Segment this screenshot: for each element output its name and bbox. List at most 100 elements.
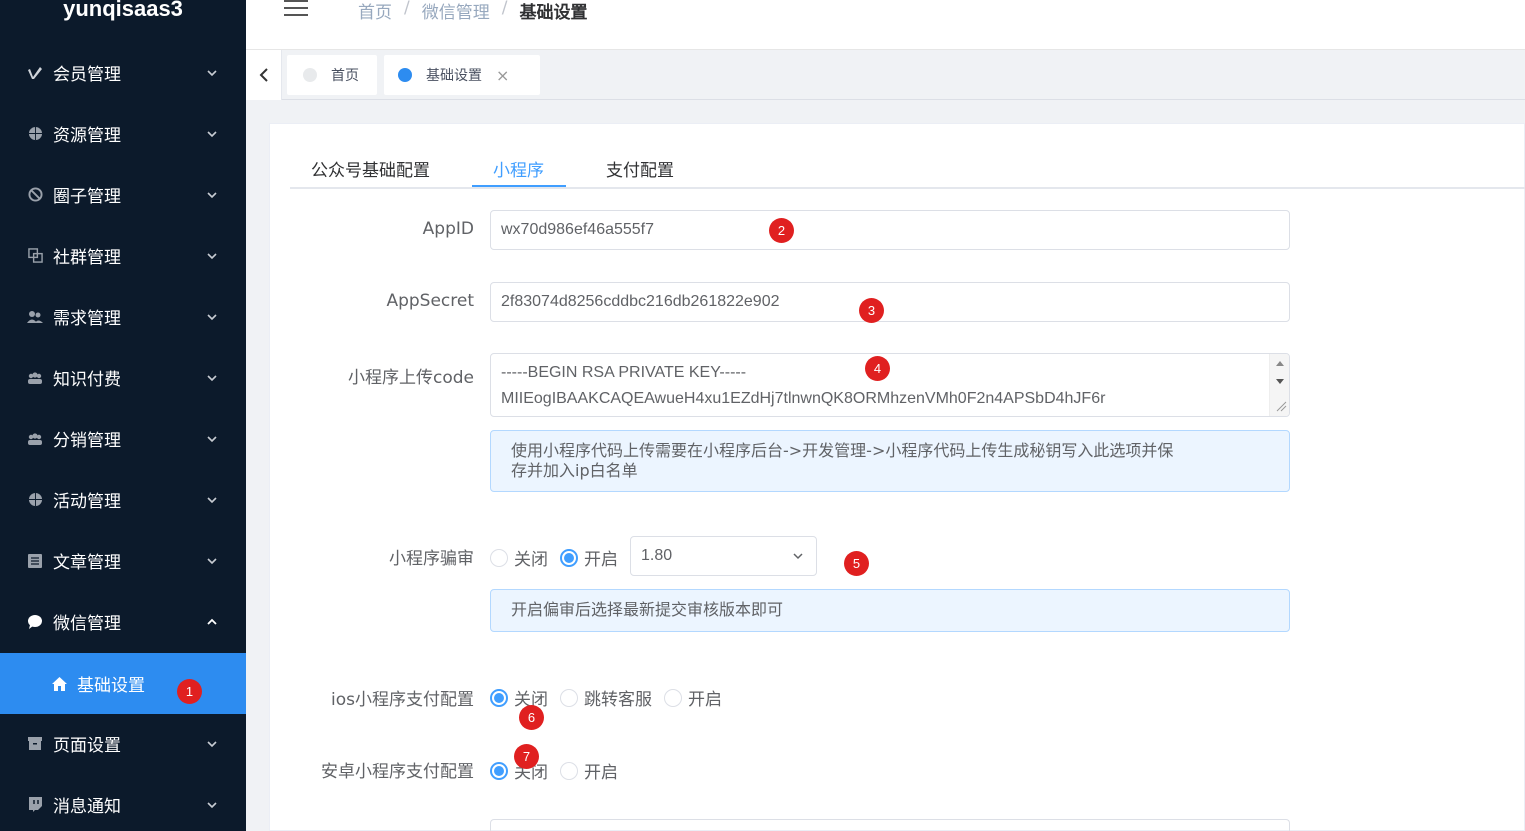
chevron-down-icon bbox=[207, 374, 217, 381]
group-icon bbox=[26, 430, 44, 448]
sidebar-item-label: 分销管理 bbox=[53, 431, 121, 451]
annotation-badge: 4 bbox=[865, 356, 890, 381]
android-pay-radio-group: 关闭 开启 bbox=[490, 758, 630, 783]
sidebar-item-page-settings[interactable]: 页面设置 bbox=[0, 713, 246, 774]
chevron-down-icon bbox=[207, 435, 217, 442]
appid-input[interactable]: wx70d986ef46a555f7 bbox=[490, 210, 1290, 250]
sidebar-item-distribution[interactable]: 分销管理 bbox=[0, 408, 246, 469]
review-radio-on[interactable]: 开启 bbox=[560, 545, 618, 570]
review-radio-group: 关闭 开启 bbox=[490, 545, 630, 570]
review-label: 小程序骗审 bbox=[389, 549, 474, 569]
tag-home[interactable]: 首页 bbox=[287, 55, 377, 95]
sidebar-item-circles[interactable]: 圈子管理 bbox=[0, 164, 246, 225]
home-icon bbox=[52, 676, 67, 691]
tag-status-dot bbox=[303, 68, 317, 82]
sidebar-item-knowledge-pay[interactable]: 知识付费 bbox=[0, 347, 246, 408]
annotation-badge: 3 bbox=[859, 298, 884, 323]
appsecret-input[interactable]: 2f83074d8256cddbc216db261822e902 bbox=[490, 282, 1290, 322]
sidebar-item-members[interactable]: 会员管理 bbox=[0, 42, 246, 103]
sidebar-subitem-label: 基础设置 bbox=[77, 676, 145, 696]
tags-bar: 首页 基础设置 × bbox=[246, 50, 1525, 100]
chevron-down-icon bbox=[207, 740, 217, 747]
tags-scroll-left-button[interactable] bbox=[246, 50, 282, 100]
textarea-scrollbar[interactable] bbox=[1269, 354, 1289, 416]
resize-handle-icon[interactable] bbox=[1275, 400, 1287, 412]
annotation-badge: 6 bbox=[519, 705, 544, 730]
basketball-icon bbox=[26, 491, 44, 509]
copy-icon bbox=[26, 247, 44, 265]
appsecret-label: AppSecret bbox=[386, 291, 474, 311]
ios-pay-radio-service[interactable]: 跳转客服 bbox=[560, 685, 652, 710]
review-version-select[interactable]: 1.80 bbox=[630, 536, 817, 576]
app-logo: yunqisaas3 bbox=[63, 0, 183, 21]
sidebar-item-label: 圈子管理 bbox=[53, 187, 121, 207]
sidebar-item-label: 页面设置 bbox=[53, 736, 121, 756]
chevron-down-icon bbox=[207, 313, 217, 320]
annotation-badge: 7 bbox=[514, 744, 539, 769]
breadcrumb-home[interactable]: 首页 bbox=[358, 0, 392, 23]
sidebar-item-activities[interactable]: 活动管理 bbox=[0, 469, 246, 530]
sidebar-item-label: 微信管理 bbox=[53, 614, 121, 634]
settings-card: 公众号基础配置 小程序 支付配置 AppID wx70d986ef46a555f… bbox=[269, 123, 1525, 831]
sidebar-item-label: 社群管理 bbox=[53, 248, 121, 268]
chevron-down-icon bbox=[207, 191, 217, 198]
chevron-down-icon bbox=[207, 496, 217, 503]
sidebar-item-community[interactable]: 社群管理 bbox=[0, 225, 246, 286]
chevron-down-icon bbox=[207, 557, 217, 564]
sidebar-item-articles[interactable]: 文章管理 bbox=[0, 530, 246, 591]
annotation-badge: 5 bbox=[844, 551, 869, 576]
ios-pay-radio-on[interactable]: 开启 bbox=[664, 685, 722, 710]
users-icon bbox=[26, 308, 44, 326]
android-pay-radio-on[interactable]: 开启 bbox=[560, 758, 618, 783]
tag-basic-settings[interactable]: 基础设置 × bbox=[384, 55, 540, 95]
tab-mini-program[interactable]: 小程序 bbox=[493, 156, 544, 181]
review-hint: 开启偏审后选择最新提交审核版本即可 bbox=[490, 589, 1290, 632]
sidebar-item-label: 活动管理 bbox=[53, 492, 121, 512]
scroll-down-icon[interactable] bbox=[1275, 378, 1285, 386]
sidebar: yunqisaas3 会员管理 资源管理 圈子管理 社群管理 需求管理 知识付费… bbox=[0, 0, 246, 831]
chevron-down-icon bbox=[207, 130, 217, 137]
tab-payment-config[interactable]: 支付配置 bbox=[606, 156, 674, 181]
settings-tabs: 公众号基础配置 小程序 支付配置 bbox=[290, 144, 1525, 189]
sidebar-item-label: 文章管理 bbox=[53, 553, 121, 573]
sidebar-item-notifications[interactable]: 消息通知 bbox=[0, 774, 246, 831]
box-icon bbox=[26, 735, 44, 753]
sidebar-item-resources[interactable]: 资源管理 bbox=[0, 103, 246, 164]
sidebar-item-label: 消息通知 bbox=[53, 797, 121, 817]
upload-code-textarea[interactable]: -----BEGIN RSA PRIVATE KEY----- MIIEogIB… bbox=[490, 353, 1290, 417]
next-field-input[interactable] bbox=[490, 819, 1290, 831]
review-radio-off[interactable]: 关闭 bbox=[490, 545, 548, 570]
hamburger-menu-icon[interactable] bbox=[284, 0, 308, 20]
close-icon[interactable]: × bbox=[496, 66, 509, 85]
upload-code-hint: 使用小程序代码上传需要在小程序后台->开发管理->小程序代码上传生成秘钥写入此选… bbox=[490, 430, 1290, 492]
sidebar-item-label: 需求管理 bbox=[53, 309, 121, 329]
sidebar-item-label: 知识付费 bbox=[53, 370, 121, 390]
chevron-down-icon bbox=[793, 553, 803, 560]
tab-active-indicator bbox=[472, 185, 566, 187]
circle-slash-icon bbox=[26, 186, 44, 204]
scroll-up-icon[interactable] bbox=[1275, 359, 1285, 367]
tag-label: 基础设置 bbox=[426, 68, 482, 84]
chevron-down-icon bbox=[207, 69, 217, 76]
tag-status-dot bbox=[398, 68, 412, 82]
group-icon bbox=[26, 369, 44, 387]
upload-code-label: 小程序上传code bbox=[348, 368, 474, 388]
chevron-down-icon bbox=[207, 252, 217, 259]
vimeo-icon bbox=[26, 64, 44, 82]
chevron-left-icon bbox=[259, 68, 268, 82]
android-pay-label: 安卓小程序支付配置 bbox=[321, 762, 474, 782]
sidebar-item-demands[interactable]: 需求管理 bbox=[0, 286, 246, 347]
ios-pay-radio-off[interactable]: 关闭 bbox=[490, 685, 548, 710]
chevron-down-icon bbox=[207, 801, 217, 808]
tag-label: 首页 bbox=[331, 68, 359, 84]
appid-label: AppID bbox=[422, 219, 474, 239]
annotation-badge: 2 bbox=[769, 218, 794, 243]
basketball-icon bbox=[26, 125, 44, 143]
breadcrumb-wechat[interactable]: 微信管理 bbox=[422, 0, 490, 23]
ios-pay-label: ios小程序支付配置 bbox=[331, 690, 474, 710]
sidebar-item-wechat[interactable]: 微信管理 bbox=[0, 591, 246, 652]
breadcrumb: 首页 / 微信管理 / 基础设置 bbox=[358, 0, 588, 23]
sidebar-item-label: 会员管理 bbox=[53, 65, 121, 85]
tab-official-account[interactable]: 公众号基础配置 bbox=[311, 156, 430, 181]
sidebar-subitem-basic-settings[interactable]: 基础设置 bbox=[0, 653, 246, 714]
